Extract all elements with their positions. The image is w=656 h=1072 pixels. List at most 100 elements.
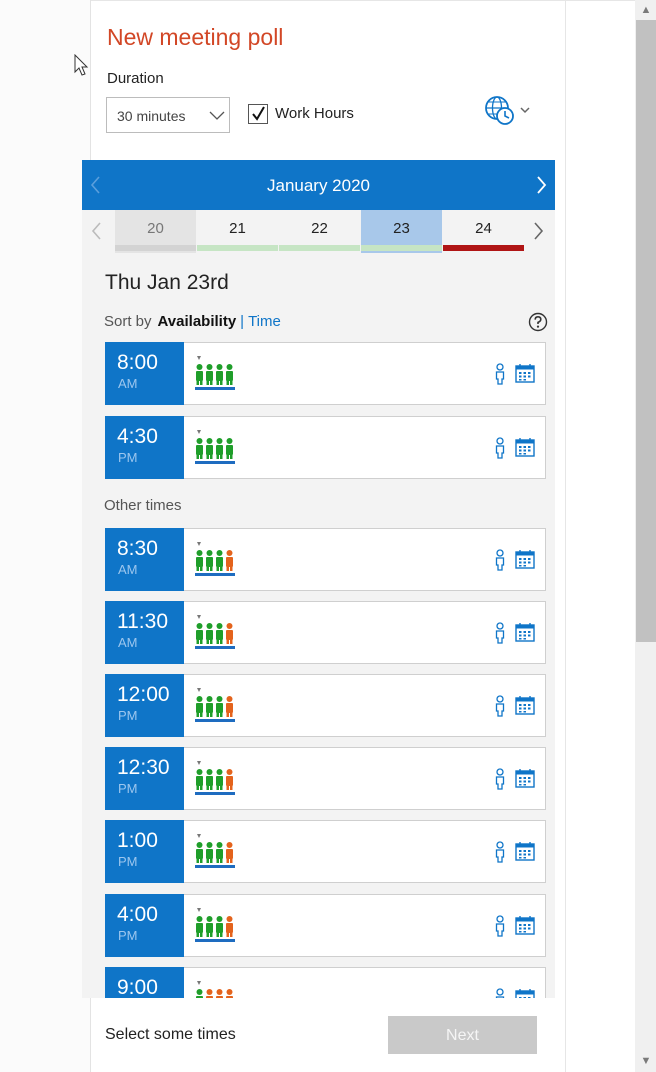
attendee-details-icon[interactable] (494, 988, 506, 998)
attendee-details-icon[interactable] (494, 437, 506, 459)
day-21[interactable]: 21 (197, 210, 278, 253)
calendar-icon[interactable] (515, 623, 535, 642)
attendees-availability-icon (196, 981, 233, 998)
slot-time-block: 4:30 PM (105, 416, 184, 479)
next-days-arrow-icon[interactable] (523, 210, 555, 253)
day-number: 22 (311, 220, 328, 237)
calendar-icon[interactable] (515, 989, 535, 998)
time-slot[interactable]: 4:00 PM (105, 894, 546, 957)
slot-time-block: 8:30 AM (105, 528, 184, 591)
time-slot[interactable]: 8:00 AM (105, 342, 546, 405)
time-slot[interactable]: 8:30 AM (105, 528, 546, 591)
top-border (0, 0, 635, 1)
calendar-icon[interactable] (515, 769, 535, 788)
slot-time: 8:00 (117, 351, 158, 374)
day-availability-bar (361, 245, 442, 251)
slot-time: 1:00 (117, 829, 158, 852)
attendee-details-icon[interactable] (494, 695, 506, 717)
attendees-availability-icon (195, 542, 235, 576)
slot-time: 9:00 (117, 976, 158, 998)
sort-label: Sort by (104, 313, 152, 330)
slot-ampm: AM (118, 635, 138, 650)
calendar-month-header: January 2020 (82, 160, 555, 210)
attendees-availability-icon (195, 430, 235, 464)
slot-ampm: AM (118, 562, 138, 577)
scroll-up-arrow-icon[interactable]: ▲ (636, 1, 656, 19)
work-hours-checkbox[interactable] (248, 104, 268, 124)
slot-time-block: 9:00 (105, 967, 184, 998)
globe-clock-icon (485, 96, 530, 125)
time-slot[interactable]: 4:30 PM (105, 416, 546, 479)
day-availability-bar (197, 245, 278, 251)
attendee-details-icon[interactable] (494, 363, 506, 385)
day-20[interactable]: 20 (115, 210, 196, 253)
sort-controls: Sort by Availability | Time (104, 313, 281, 330)
time-slot[interactable]: 12:30 PM (105, 747, 546, 810)
attendees-availability-icon (195, 688, 235, 722)
calendar-icon[interactable] (515, 364, 535, 383)
time-zone-button[interactable] (484, 96, 532, 128)
calendar-month-label: January 2020 (266, 176, 371, 195)
attendees-availability-icon (195, 761, 235, 795)
select-times-hint: Select some times (105, 1026, 236, 1043)
checkmark-icon (252, 106, 265, 121)
calendar-icon[interactable] (515, 438, 535, 457)
day-availability-bar (279, 245, 360, 251)
slot-time: 11:30 (117, 610, 168, 633)
day-availability-bar (443, 245, 524, 251)
day-22[interactable]: 22 (279, 210, 360, 253)
slot-time: 4:00 (117, 903, 158, 926)
attendee-details-icon[interactable] (494, 622, 506, 644)
slot-time-block: 12:00 PM (105, 674, 184, 737)
slot-time-block: 8:00 AM (105, 342, 184, 405)
slot-time: 12:00 (117, 683, 170, 706)
previous-days-arrow-icon[interactable] (82, 210, 114, 253)
attendee-details-icon[interactable] (494, 549, 506, 571)
pane-divider (565, 0, 566, 1072)
slot-time-block: 4:00 PM (105, 894, 184, 957)
sort-separator: | (240, 313, 245, 330)
time-slot[interactable]: 9:00 (105, 967, 546, 998)
day-24[interactable]: 24 (443, 210, 524, 253)
slot-time-block: 11:30 AM (105, 601, 184, 664)
attendees-availability-icon (195, 834, 235, 868)
duration-label: Duration (107, 70, 164, 87)
slot-ampm: PM (118, 708, 138, 723)
help-icon[interactable] (528, 312, 548, 332)
calendar-icon[interactable] (515, 550, 535, 569)
attendees-availability-icon (195, 356, 235, 390)
calendar-icon[interactable] (515, 916, 535, 935)
next-month-arrow-icon[interactable] (532, 173, 552, 197)
attendees-availability-icon (195, 908, 235, 942)
suggestions-panel: Thu Jan 23rd Sort by Availability | Time Ot… (82, 253, 555, 998)
day-strip: 20 21 22 23 24 (82, 210, 555, 253)
duration-value: 30 minutes (117, 108, 186, 124)
time-slot[interactable]: 1:00 PM (105, 820, 546, 883)
attendee-details-icon[interactable] (494, 915, 506, 937)
time-slot[interactable]: 12:00 PM (105, 674, 546, 737)
attendee-details-icon[interactable] (494, 841, 506, 863)
slot-time-block: 12:30 PM (105, 747, 184, 810)
sort-availability-option[interactable]: Availability (158, 313, 237, 330)
next-button[interactable]: Next (388, 1016, 537, 1054)
calendar-icon[interactable] (515, 842, 535, 861)
attendees-availability-icon (195, 615, 235, 649)
page-title: New meeting poll (107, 24, 284, 50)
time-slot[interactable]: 11:30 AM (105, 601, 546, 664)
day-23[interactable]: 23 (361, 210, 442, 253)
scroll-down-arrow-icon[interactable]: ▼ (636, 1052, 656, 1070)
attendee-details-icon[interactable] (494, 768, 506, 790)
sort-time-link[interactable]: Time (248, 313, 281, 330)
slot-ampm: PM (118, 781, 138, 796)
work-hours-label[interactable]: Work Hours (275, 105, 354, 122)
calendar-icon[interactable] (515, 696, 535, 715)
slot-ampm: AM (118, 376, 138, 391)
slot-time: 4:30 (117, 425, 158, 448)
left-margin (0, 0, 91, 1072)
duration-dropdown[interactable]: 30 minutes (106, 97, 230, 133)
scrollbar-thumb[interactable] (636, 20, 656, 642)
mouse-cursor-icon (74, 54, 89, 76)
slot-ampm: PM (118, 854, 138, 869)
slot-time: 8:30 (117, 537, 158, 560)
other-times-label: Other times (104, 497, 182, 514)
